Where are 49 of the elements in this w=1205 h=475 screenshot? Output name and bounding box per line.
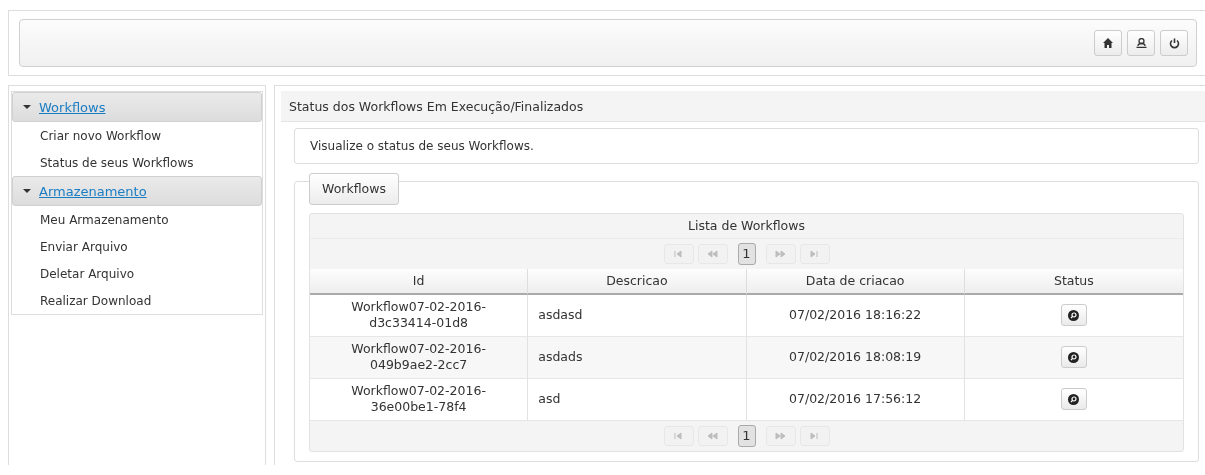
panel-title: Status dos Workflows Em Execução/Finalizados [281, 91, 1205, 122]
first-page-icon [673, 430, 684, 441]
search-icon [1068, 309, 1080, 321]
menu-section-header[interactable]: Armazenamento [12, 176, 262, 206]
search-icon [1068, 393, 1080, 405]
column-header: Data de criacao [746, 268, 965, 295]
page-number-button[interactable]: 1 [737, 424, 756, 447]
menu-section-header[interactable]: Workflows [12, 92, 262, 122]
menu-item[interactable]: Criar novo Workflow [12, 122, 262, 149]
menu-item[interactable]: Meu Armazenamento [12, 206, 262, 233]
table-cell: 07/02/2016 18:08:19 [746, 336, 965, 379]
table-cell: asd [528, 378, 747, 421]
last-page-icon [809, 248, 820, 259]
page-number-button[interactable]: 1 [737, 242, 756, 265]
user-button[interactable] [1127, 30, 1155, 56]
power-icon [1168, 37, 1180, 49]
last-page-icon [809, 430, 820, 441]
view-status-button[interactable] [1060, 304, 1087, 326]
column-header: Status [964, 268, 1183, 295]
next-page-icon [775, 430, 786, 441]
table-cell: asdasd [528, 294, 747, 337]
column-header: Id [310, 268, 529, 295]
previous-page-icon [707, 248, 718, 259]
table-caption: Lista de Workflows [310, 213, 1183, 239]
home-button[interactable] [1094, 30, 1122, 56]
table-cell: 07/02/2016 17:56:12 [746, 378, 965, 421]
user-icon [1135, 38, 1147, 48]
menu-item[interactable]: Enviar Arquivo [12, 233, 262, 260]
menu-item[interactable]: Deletar Arquivo [12, 260, 262, 287]
table-cell: asdads [528, 336, 747, 379]
menu-section-link[interactable]: Armazenamento [39, 183, 147, 199]
next-page-icon [775, 248, 786, 259]
menu-section-link[interactable]: Workflows [39, 99, 106, 115]
column-header: Descricao [528, 268, 747, 295]
power-button[interactable] [1160, 30, 1188, 56]
view-status-button[interactable] [1060, 388, 1087, 410]
menu-item[interactable]: Realizar Download [12, 287, 262, 314]
table-cell: Workflow07-02-2016- 36e00be1-78f4 [310, 378, 529, 421]
menu-item[interactable]: Status de seus Workflows [12, 149, 262, 176]
view-status-button[interactable] [1060, 346, 1087, 368]
previous-page-icon [707, 430, 718, 441]
info-message: Visualize o status de seus Workflows. [294, 128, 1199, 164]
search-icon [1068, 351, 1080, 363]
home-icon [1103, 38, 1113, 48]
table-cell: Workflow07-02-2016- d3c33414-01d8 [310, 294, 529, 337]
first-page-icon [673, 248, 684, 259]
table-cell: 07/02/2016 18:16:22 [746, 294, 965, 337]
table-cell: Workflow07-02-2016- 049b9ae2-2cc7 [310, 336, 529, 379]
fieldset-legend-button[interactable]: Workflows [309, 172, 399, 205]
